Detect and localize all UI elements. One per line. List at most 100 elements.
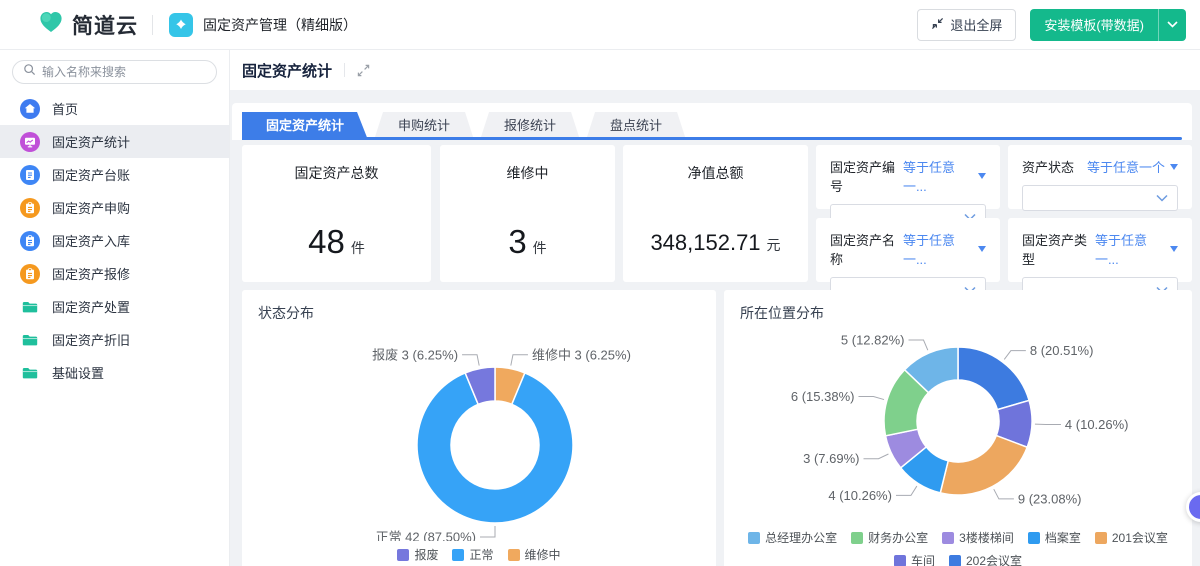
sidebar-item-固定资产折旧[interactable]: 固定资产折旧 [0, 323, 229, 356]
donut-slice-201会议室[interactable] [939, 434, 1029, 496]
tab-申购统计[interactable]: 申购统计 [374, 112, 474, 140]
brand[interactable]: 简道云 [38, 9, 138, 40]
stat-unit: 件 [532, 240, 547, 256]
sidebar-menu: 首页固定资产统计固定资产台账固定资产申购固定资产入库固定资产报修固定资产处置固定… [0, 92, 229, 389]
sidebar-item-固定资产报修[interactable]: 固定资产报修 [0, 257, 229, 290]
legend-label: 维修中 [524, 548, 561, 562]
legend-item-报废[interactable]: 报废 [397, 546, 438, 563]
chevron-down-icon [1156, 194, 1168, 202]
slice-label: 维修中 3 (6.25%) [532, 347, 631, 362]
legend-swatch-icon [1027, 531, 1040, 544]
chart-title: 所在位置分布 [740, 305, 824, 321]
app-icon [169, 12, 193, 37]
clipboard-icon [20, 230, 40, 251]
filter-card-资产状态: 资产状态 等于任意一个 [1008, 145, 1192, 211]
label-leader-line [858, 396, 885, 401]
label-leader-line [480, 526, 496, 538]
clipboard-icon [20, 197, 40, 218]
sidebar-item-首页[interactable]: 首页 [0, 92, 229, 125]
sidebar-item-label: 固定资产报修 [52, 267, 131, 282]
stat-title: 固定资产总数 [294, 165, 379, 181]
folder-icon [20, 297, 40, 317]
label-leader-line [895, 485, 918, 496]
legend-item-总经理办公室[interactable]: 总经理办公室 [748, 529, 837, 546]
sidebar-item-固定资产统计[interactable]: 固定资产统计 [0, 125, 229, 158]
legend-label: 3楼楼梯间 [959, 531, 1014, 545]
legend-swatch-icon [507, 548, 520, 561]
legend-label: 车间 [910, 554, 935, 566]
legend-item-正常[interactable]: 正常 [452, 546, 494, 563]
stat-value: 3 [508, 223, 527, 260]
status-donut-chart: 维修中 3 (6.25%) 正常 42 (87.50%) 报废 3 (6.25%) [372, 347, 631, 544]
caret-down-icon [978, 173, 986, 179]
filter-select[interactable] [1022, 185, 1178, 211]
expand-fullscreen-icon[interactable] [357, 64, 370, 77]
label-leader-line [993, 488, 1014, 500]
legend-swatch-icon [397, 548, 410, 561]
donut-slice-202会议室[interactable] [957, 346, 1031, 411]
filter-operator[interactable]: 等于任意一... [903, 230, 986, 268]
install-template-button[interactable]: 安装模板(带数据) [1030, 9, 1158, 41]
legend-label: 201会议室 [1111, 531, 1168, 545]
page-header-divider [344, 63, 346, 77]
sidebar-item-label: 固定资产统计 [52, 135, 131, 150]
install-template-caret[interactable] [1158, 8, 1186, 41]
sidebar-item-label: 基础设置 [52, 366, 105, 381]
stat-card-repairing: 维修中 3件 [440, 145, 615, 282]
sidebar-item-固定资产台账[interactable]: 固定资产台账 [0, 158, 229, 191]
slice-label: 8 (20.51%) [1030, 343, 1094, 358]
stat-title: 维修中 [506, 165, 549, 181]
legend-item-201会议室[interactable]: 201会议室 [1094, 529, 1168, 546]
filter-operator[interactable]: 等于任意一... [1095, 230, 1178, 268]
legend-item-档案室[interactable]: 档案室 [1027, 529, 1081, 546]
sidebar-item-固定资产处置[interactable]: 固定资产处置 [0, 290, 229, 323]
caret-down-icon [1170, 163, 1178, 170]
slice-label: 4 (10.26%) [1065, 417, 1129, 432]
legend-item-3楼楼梯间[interactable]: 3楼楼梯间 [942, 529, 1014, 546]
sidebar-item-label: 固定资产申购 [52, 201, 131, 216]
legend-item-维修中[interactable]: 维修中 [507, 546, 561, 563]
tab-固定资产统计[interactable]: 固定资产统计 [242, 112, 368, 140]
stat-unit: 件 [350, 240, 365, 256]
filter-card-固定资产编号: 固定资产编号 等于任意一... [816, 145, 1000, 230]
slice-label: 4 (10.26%) [828, 488, 892, 503]
topbar-divider [152, 14, 153, 35]
stat-value: 348,152.71 [650, 230, 761, 255]
sidebar-item-基础设置[interactable]: 基础设置 [0, 356, 229, 389]
install-template-split-button[interactable]: 安装模板(带数据) [1030, 8, 1186, 41]
legend-item-财务办公室[interactable]: 财务办公室 [851, 529, 928, 546]
page-header: 固定资产统计 [230, 50, 1200, 90]
caret-down-icon [978, 246, 986, 252]
topbar: 简道云 固定资产管理（精细版） 退出全屏 安装模板(带数据) [0, 0, 1200, 50]
legend-swatch-icon [748, 531, 761, 544]
legend-item-车间[interactable]: 车间 [893, 552, 935, 566]
folder-icon [20, 363, 40, 383]
sidebar-item-label: 固定资产折旧 [52, 333, 131, 348]
sidebar-item-固定资产申购[interactable]: 固定资产申购 [0, 191, 229, 224]
sidebar-item-label: 首页 [52, 102, 79, 117]
legend-swatch-icon [942, 531, 955, 544]
filter-operator[interactable]: 等于任意一个 [1087, 157, 1178, 176]
dashboard-icon [20, 131, 40, 152]
legend-swatch-icon [452, 548, 465, 561]
tab-盘点统计[interactable]: 盘点统计 [586, 112, 686, 140]
slice-label: 6 (15.38%) [791, 389, 855, 404]
filter-field-label: 固定资产类型 [1022, 233, 1088, 267]
legend-label: 财务办公室 [868, 531, 929, 545]
legend-swatch-icon [948, 554, 961, 566]
filter-operator[interactable]: 等于任意一... [903, 157, 986, 195]
sidebar-item-固定资产入库[interactable]: 固定资产入库 [0, 224, 229, 257]
clipboard-icon [20, 263, 40, 284]
chart-title: 状态分布 [258, 305, 314, 321]
label-leader-line [863, 453, 889, 460]
chart-card-status: 状态分布 维修中 3 (6.25%) 正常 42 (87.50%) 报废 3 (6.… [242, 290, 716, 566]
filter-card-固定资产类型: 固定资产类型 等于任意一... [1008, 218, 1192, 303]
exit-fullscreen-button[interactable]: 退出全屏 [917, 8, 1017, 41]
legend-item-202会议室[interactable]: 202会议室 [948, 552, 1022, 566]
search-input[interactable] [42, 65, 202, 79]
sidebar-search[interactable] [12, 60, 217, 84]
tab-bar: 固定资产统计 申购统计 报修统计 盘点统计 [232, 103, 1192, 140]
app-name: 固定资产管理（精细版） [203, 16, 357, 33]
tab-报修统计[interactable]: 报修统计 [480, 112, 580, 140]
slice-label: 报废 3 (6.25%) [372, 347, 458, 362]
